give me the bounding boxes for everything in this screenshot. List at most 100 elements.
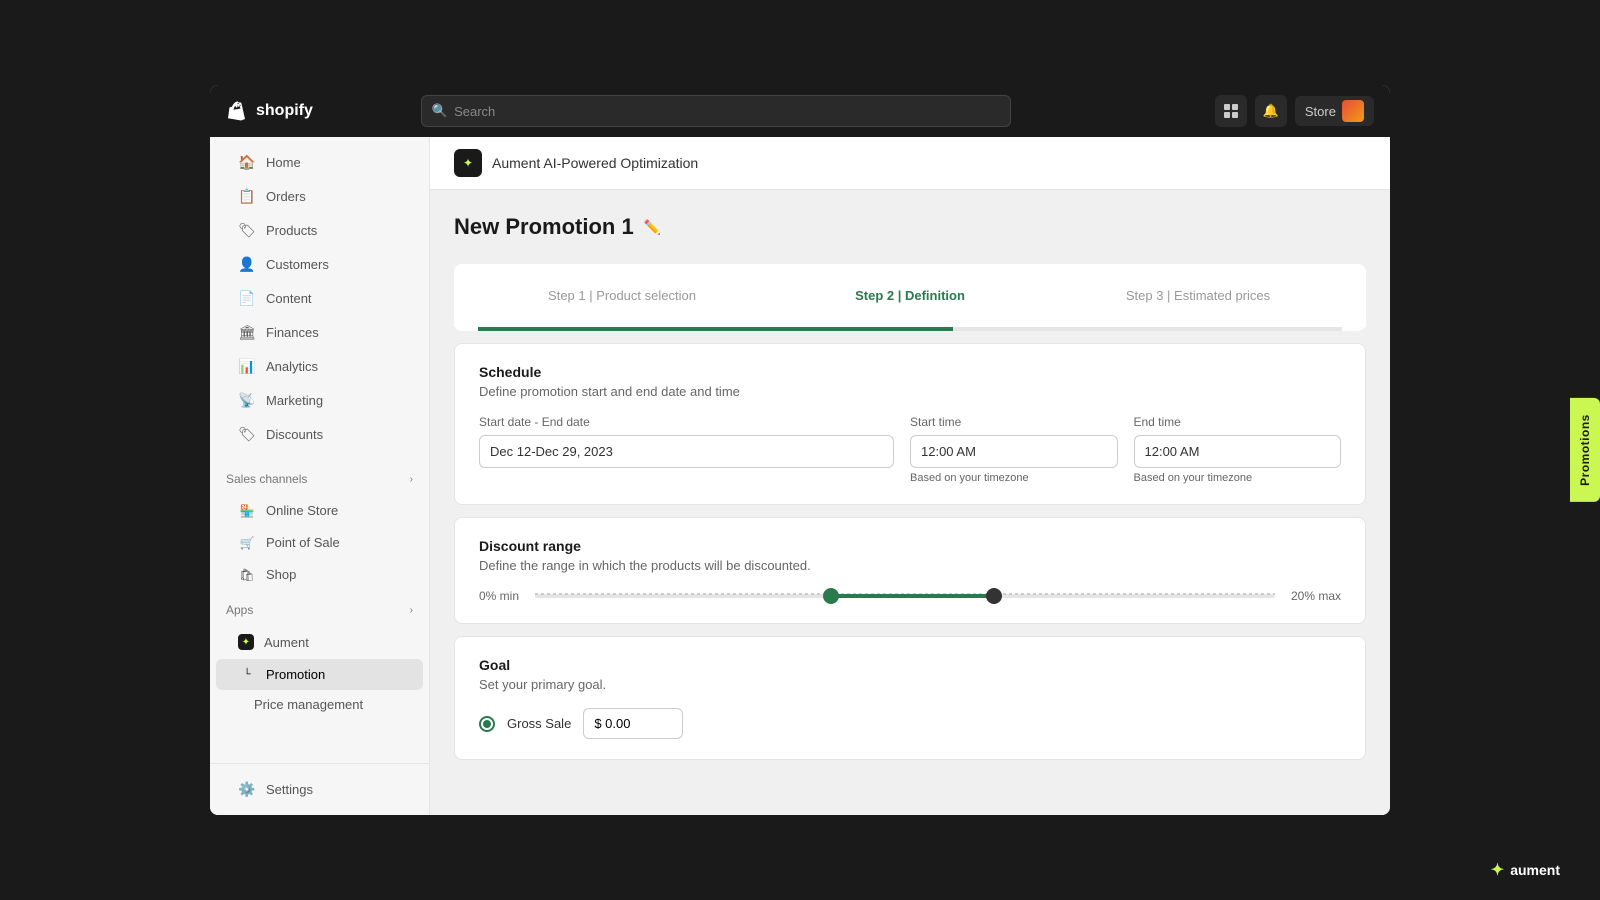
bell-icon: 🔔 xyxy=(1263,103,1279,119)
step-label: Step 2 | Definition xyxy=(855,288,965,303)
edit-icon[interactable]: ✏️ xyxy=(644,219,661,236)
sales-channels-label: Sales channels xyxy=(226,472,307,486)
sidebar-item-label: Shop xyxy=(266,567,296,582)
store-button[interactable]: Store xyxy=(1295,96,1374,126)
sidebar-item-label: Orders xyxy=(266,189,306,204)
aument-brand: aument xyxy=(1510,862,1560,878)
notifications-icon-btn[interactable]: 🔔 xyxy=(1255,95,1287,127)
goal-subtitle: Set your primary goal. xyxy=(479,677,1341,692)
sidebar-item-shop[interactable]: 🛍 Shop xyxy=(216,559,423,590)
gross-sale-radio[interactable] xyxy=(479,716,495,732)
settings-icon: ⚙️ xyxy=(238,781,256,798)
aument-star-icon: ✦ xyxy=(1491,860,1504,880)
discounts-icon: 🏷 xyxy=(238,426,256,443)
slider-container: 0% min 20% max xyxy=(479,589,1341,603)
aument-watermark: ✦ aument xyxy=(1491,860,1560,880)
progress-bar-fill xyxy=(478,327,953,331)
analytics-icon: 📊 xyxy=(238,358,256,375)
date-input[interactable] xyxy=(479,435,894,468)
sidebar-item-home[interactable]: 🏠 Home xyxy=(222,146,417,179)
home-icon: 🏠 xyxy=(238,154,256,171)
step-label: Step 3 | Estimated prices xyxy=(1126,288,1270,303)
sidebar-item-analytics[interactable]: 📊 Analytics xyxy=(222,350,417,383)
step-estimated-prices[interactable]: Step 3 | Estimated prices xyxy=(1054,280,1342,311)
step-product-selection[interactable]: Step 1 | Product selection xyxy=(478,280,766,311)
sidebar-item-orders[interactable]: 📋 Orders xyxy=(222,180,417,213)
sidebar-item-promotion[interactable]: └ Promotion xyxy=(216,659,423,690)
schedule-form: Start date - End date Start time Based o… xyxy=(479,415,1341,484)
slider-thumb-right[interactable] xyxy=(986,588,1002,604)
store-avatar xyxy=(1342,100,1364,122)
date-field: Start date - End date xyxy=(479,415,894,468)
date-label: Start date - End date xyxy=(479,415,894,429)
gross-sale-label: Gross Sale xyxy=(507,716,571,731)
customers-icon: 👤 xyxy=(238,256,256,273)
finances-icon: 🏛 xyxy=(238,324,256,341)
end-timezone-note: Based on your timezone xyxy=(1134,472,1342,484)
pos-icon: 🛒 xyxy=(238,536,256,550)
sidebar-item-label: Promotion xyxy=(266,667,325,682)
online-store-icon: 🏪 xyxy=(238,504,256,518)
sidebar-item-settings[interactable]: ⚙️ Settings xyxy=(222,773,417,806)
apps-label: Apps xyxy=(226,603,253,617)
sales-channels-section: Sales channels › xyxy=(210,460,429,494)
shopify-logo[interactable]: shopify xyxy=(226,99,313,123)
page-title: New Promotion 1 xyxy=(454,214,634,240)
goal-title: Goal xyxy=(479,657,1341,673)
discount-range-card: Discount range Define the range in which… xyxy=(454,517,1366,624)
slider-thumb-left[interactable] xyxy=(823,588,839,604)
store-label: Store xyxy=(1305,104,1336,119)
schedule-title: Schedule xyxy=(479,364,1341,380)
sidebar-item-aument[interactable]: ✦ Aument xyxy=(216,626,423,658)
goal-card: Goal Set your primary goal. Gross Sale xyxy=(454,636,1366,760)
step-label: Step 1 | Product selection xyxy=(548,288,696,303)
sidebar-item-label: Online Store xyxy=(266,503,338,518)
sales-channels-header[interactable]: Sales channels › xyxy=(226,472,413,486)
marketing-icon: 📡 xyxy=(238,392,256,409)
app-logo-icon: ✦ xyxy=(463,156,473,170)
search-icon: 🔍 xyxy=(432,103,448,119)
gross-sale-input[interactable] xyxy=(583,708,683,739)
sidebar-item-online-store[interactable]: 🏪 Online Store xyxy=(216,495,423,526)
shopify-logo-icon xyxy=(226,99,250,123)
search-placeholder: Search xyxy=(454,104,495,119)
end-time-input[interactable] xyxy=(1134,435,1342,468)
sidebar-item-discounts[interactable]: 🏷 Discounts xyxy=(222,418,417,451)
sidebar-bottom: ⚙️ Settings xyxy=(210,763,429,815)
sidebar-item-price-management[interactable]: Price management xyxy=(210,691,429,718)
sidebar-item-finances[interactable]: 🏛 Finances xyxy=(222,316,417,349)
sidebar-item-customers[interactable]: 👤 Customers xyxy=(222,248,417,281)
end-time-field: End time Based on your timezone xyxy=(1134,415,1342,484)
sidebar-item-label: Settings xyxy=(266,782,313,797)
sidebar-item-label: Products xyxy=(266,223,317,238)
schedule-subtitle: Define promotion start and end date and … xyxy=(479,384,1341,399)
sidebar-item-content[interactable]: 📄 Content xyxy=(222,282,417,315)
search-bar[interactable]: 🔍 Search xyxy=(421,95,1011,127)
apps-items: ✦ Aument └ Promotion Price management xyxy=(210,625,429,718)
sidebar-item-point-of-sale[interactable]: 🛒 Point of Sale xyxy=(216,527,423,558)
sidebar-item-label: Discounts xyxy=(266,427,323,442)
sales-channels-items: 🏪 Online Store 🛒 Point of Sale 🛍 Shop xyxy=(210,494,429,591)
promotions-tab[interactable]: Promotions xyxy=(1570,398,1600,502)
app-header: ✦ Aument AI-Powered Optimization xyxy=(430,137,1390,190)
page-title-row: New Promotion 1 ✏️ xyxy=(454,214,1366,240)
shop-icon: 🛍 xyxy=(238,568,256,582)
discount-range-subtitle: Define the range in which the products w… xyxy=(479,558,1341,573)
apps-icon-btn[interactable] xyxy=(1215,95,1247,127)
sidebar-item-label: Point of Sale xyxy=(266,535,340,550)
slider-max-label: 20% max xyxy=(1291,589,1341,603)
steps-header: Step 1 | Product selection Step 2 | Defi… xyxy=(454,264,1366,327)
sidebar-item-label: Content xyxy=(266,291,312,306)
app-header-title: Aument AI-Powered Optimization xyxy=(492,155,698,171)
products-icon: 🏷 xyxy=(238,222,256,239)
shopify-logo-text: shopify xyxy=(256,102,313,120)
sidebar-item-marketing[interactable]: 📡 Marketing xyxy=(222,384,417,417)
slider-track[interactable] xyxy=(535,594,1275,598)
end-time-label: End time xyxy=(1134,415,1342,429)
start-time-input[interactable] xyxy=(910,435,1118,468)
apps-header[interactable]: Apps › xyxy=(226,603,413,617)
sidebar-item-products[interactable]: 🏷 Products xyxy=(222,214,417,247)
slider-min-label: 0% min xyxy=(479,589,519,603)
topbar: shopify 🔍 Search 🔔 Store xyxy=(210,85,1390,137)
step-definition[interactable]: Step 2 | Definition xyxy=(766,280,1054,311)
